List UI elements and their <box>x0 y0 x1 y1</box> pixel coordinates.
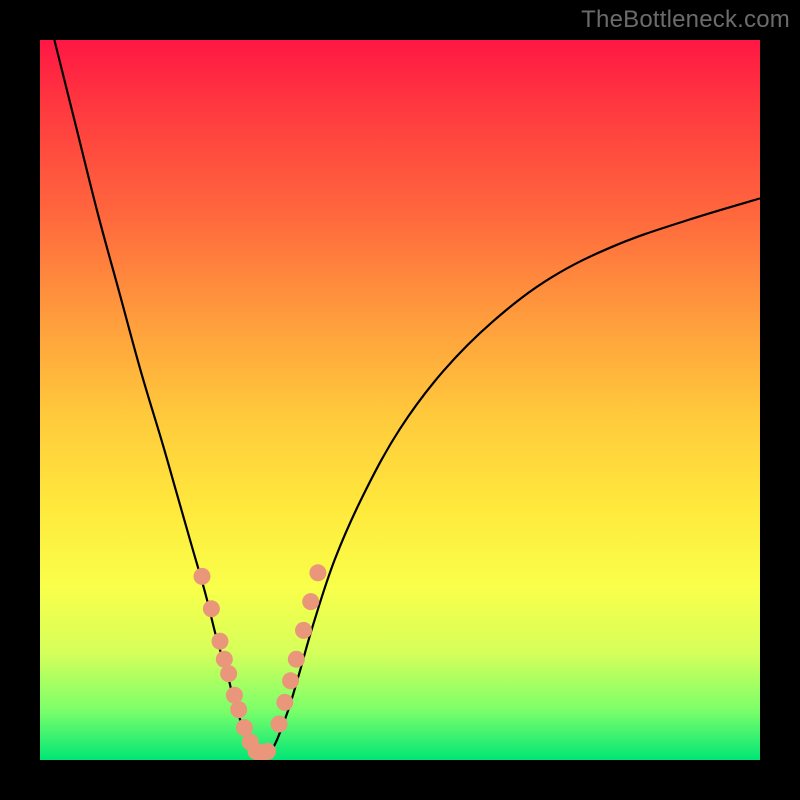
dot <box>295 622 312 639</box>
dot <box>226 687 243 704</box>
dot <box>271 716 288 733</box>
highlighted-dots <box>194 564 327 760</box>
dot <box>309 564 326 581</box>
dot <box>220 665 237 682</box>
dot <box>259 743 276 760</box>
curve-layer <box>40 40 760 760</box>
dot <box>216 651 233 668</box>
dot <box>276 694 293 711</box>
dot <box>203 600 220 617</box>
dot <box>230 701 247 718</box>
right-curve <box>270 198 760 752</box>
plot-area <box>40 40 760 760</box>
dot <box>212 633 229 650</box>
dot <box>194 568 211 585</box>
dot <box>282 672 299 689</box>
dot <box>288 651 305 668</box>
chart-stage: TheBottleneck.com <box>0 0 800 800</box>
watermark-text: TheBottleneck.com <box>581 6 790 34</box>
dot <box>302 593 319 610</box>
